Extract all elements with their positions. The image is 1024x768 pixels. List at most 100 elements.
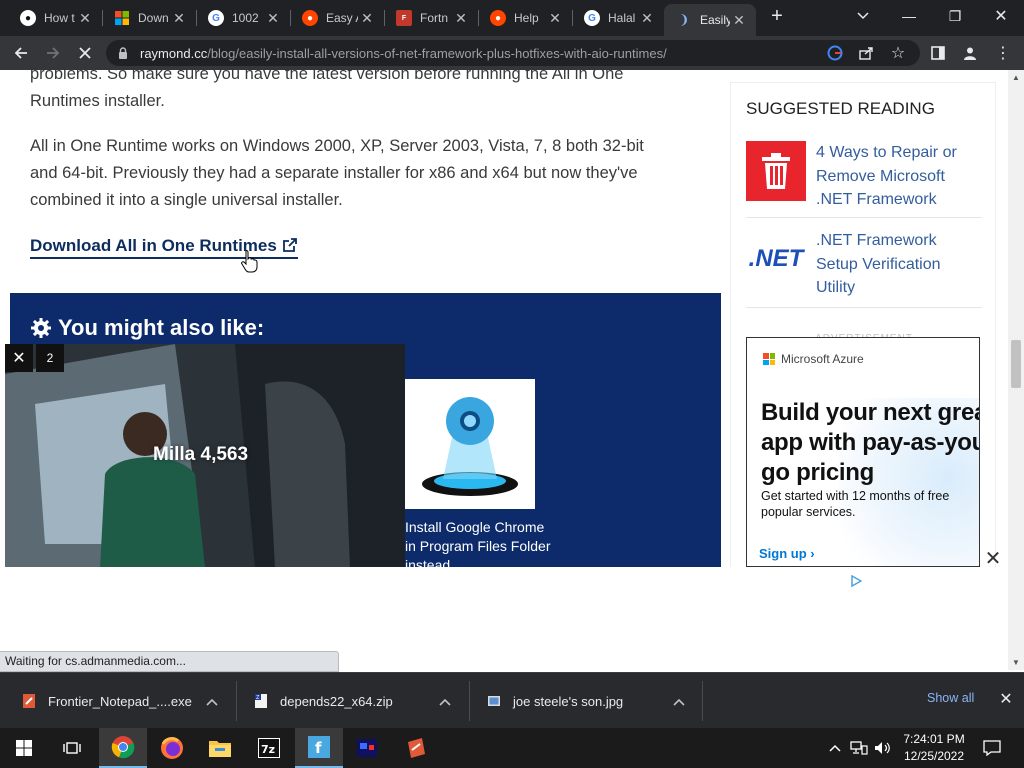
dotnet-logo-text: .NET — [748, 245, 804, 272]
network-icon[interactable] — [848, 728, 870, 768]
windows-start-icon[interactable] — [0, 728, 48, 768]
suggested-item-repair-net[interactable]: 4 Ways to Repair or Remove Microsoft .NE… — [746, 141, 982, 212]
image-file-icon — [488, 696, 500, 706]
browser-status-bubble: Waiting for cs.admanmedia.com... — [0, 651, 339, 672]
chevron-up-icon[interactable] — [673, 694, 685, 709]
close-icon[interactable]: ✕ — [358, 9, 376, 27]
task-view-icon[interactable] — [48, 728, 96, 768]
tab-strip: ● How t ✕ Down ✕ G 1002 ✕ ● Easy A ✕ F F… — [0, 0, 1024, 36]
fortnite-icon: F — [396, 10, 412, 26]
suggested-item-title[interactable]: .NET Framework Setup Verification Utilit… — [816, 229, 982, 300]
text-line: combined it into a single universal inst… — [30, 191, 343, 209]
microsoft-logo-icon — [763, 353, 775, 365]
close-icon[interactable]: ✕ — [452, 9, 470, 27]
tab-1[interactable]: ● How t ✕ — [8, 4, 102, 32]
ad-close-button[interactable]: ✕ — [983, 548, 1003, 570]
close-icon[interactable]: ✕ — [638, 9, 656, 27]
red-app-taskbar-icon[interactable] — [392, 728, 440, 768]
github-icon: ● — [20, 10, 36, 26]
chevron-up-icon[interactable] — [439, 694, 451, 709]
close-icon[interactable]: ✕ — [76, 9, 94, 27]
bookmark-star-icon[interactable]: ☆ — [885, 40, 911, 66]
minimize-button[interactable]: — — [886, 0, 932, 32]
frontier-notepad-taskbar-icon[interactable]: f — [295, 728, 343, 768]
file-explorer-taskbar-icon[interactable] — [196, 728, 244, 768]
address-bar[interactable]: raymond.cc/blog/easily-install-all-versi… — [106, 40, 920, 66]
firefox-taskbar-icon[interactable] — [148, 728, 196, 768]
download-filename: Frontier_Notepad_....exe — [48, 693, 192, 709]
article-paragraph: All in One Runtime works on Windows 2000… — [30, 133, 644, 214]
restore-button[interactable]: ❐ — [932, 0, 978, 32]
dotnet-logo-icon: .NET — [746, 229, 806, 289]
media-app-taskbar-icon[interactable] — [343, 728, 391, 768]
forward-button[interactable] — [40, 40, 66, 66]
show-all-downloads-button[interactable]: Show all — [927, 691, 974, 705]
new-tab-button[interactable]: + — [760, 0, 794, 32]
tray-chevron-up-icon[interactable] — [826, 728, 844, 768]
browser-toolbar: raymond.cc/blog/easily-install-all-versi… — [0, 36, 1024, 70]
zip-file-icon: Z — [255, 694, 267, 708]
stop-loading-button[interactable] — [72, 40, 98, 66]
chrome-taskbar-icon[interactable] — [99, 728, 147, 768]
download-item-1[interactable]: Frontier_Notepad_....exe — [22, 673, 232, 729]
video-ad-player[interactable]: Milla 4,563 — [5, 344, 405, 568]
tab-4[interactable]: ● Easy A ✕ — [290, 4, 384, 32]
trash-can-icon — [746, 141, 806, 201]
close-icon[interactable]: ✕ — [546, 9, 564, 27]
volume-icon[interactable] — [872, 728, 894, 768]
profile-icon[interactable] — [957, 40, 983, 66]
azure-ad-banner[interactable]: Microsoft Azure Build your next great ap… — [746, 337, 980, 567]
suggested-item-net-verification[interactable]: .NET .NET Framework Setup Verification U… — [746, 229, 982, 300]
tab-5[interactable]: F Fortn ✕ — [384, 4, 478, 32]
page-scrollbar[interactable]: ▲ ▼ — [1008, 70, 1024, 670]
microsoft-icon — [114, 10, 130, 26]
close-download-shelf-button[interactable]: ✕ — [996, 689, 1016, 709]
tab-6[interactable]: ● Help ✕ — [478, 4, 572, 32]
notifications-icon[interactable] — [978, 728, 1006, 768]
scroll-up-arrow[interactable]: ▲ — [1011, 73, 1021, 83]
system-clock[interactable]: 7:24:01 PM 12/25/2022 — [895, 731, 973, 765]
tab-7[interactable]: G Halal ✕ — [572, 4, 664, 32]
back-button[interactable] — [8, 40, 34, 66]
svg-text:7z: 7z — [261, 743, 275, 756]
suggested-item-title[interactable]: 4 Ways to Repair or Remove Microsoft .NE… — [816, 141, 982, 212]
menu-kebab-icon[interactable]: ⋮ — [990, 40, 1016, 66]
tab-3[interactable]: G 1002 ✕ — [196, 4, 290, 32]
adchoices-icon[interactable] — [851, 574, 863, 590]
close-icon[interactable]: ✕ — [264, 9, 282, 27]
scrollbar-thumb[interactable] — [1011, 340, 1021, 388]
video-ad-close-button[interactable]: ✕ — [5, 344, 33, 372]
video-ad-counter: 2 — [36, 344, 64, 372]
chrome-hologram-thumbnail[interactable] — [405, 379, 535, 509]
scroll-down-arrow[interactable]: ▼ — [1011, 658, 1021, 668]
lock-icon[interactable] — [118, 46, 132, 60]
download-item-2[interactable]: Z depends22_x64.zip — [254, 673, 464, 729]
url-path: /blog/easily-install-all-versions-of-net… — [207, 45, 667, 61]
azure-brand-text: Microsoft Azure — [781, 352, 864, 366]
tab-title: How t — [44, 11, 75, 25]
chevron-up-icon[interactable] — [206, 694, 218, 709]
window-close-button[interactable]: ✕ — [978, 0, 1024, 32]
sidebar-divider — [746, 307, 982, 308]
share-icon[interactable] — [853, 40, 879, 66]
close-icon[interactable]: ✕ — [170, 9, 188, 27]
tab-8-active[interactable]: ❩ Easily ✕ — [664, 4, 756, 36]
external-link-icon — [282, 238, 297, 252]
google-icon: G — [208, 10, 224, 26]
7zip-taskbar-icon[interactable]: 7z — [245, 728, 293, 768]
loading-icon: ❩ — [678, 12, 690, 27]
exe-file-icon — [23, 694, 35, 708]
azure-signup-link[interactable]: Sign up › — [759, 546, 815, 561]
google-lens-icon[interactable] — [822, 40, 848, 66]
azure-ad-subtext: Get started with 12 months of free popul… — [761, 489, 950, 519]
tab-search-button[interactable] — [840, 0, 886, 32]
reddit-icon: ● — [490, 10, 506, 26]
side-panel-icon[interactable] — [925, 40, 951, 66]
tab-2[interactable]: Down ✕ — [102, 4, 196, 32]
download-item-3[interactable]: joe steele's son.jpg — [487, 673, 697, 729]
article-paragraph: problems. So make sure you have the late… — [30, 70, 623, 115]
close-icon[interactable]: ✕ — [730, 11, 748, 29]
text-line: problems. So make sure you have the late… — [30, 70, 624, 83]
download-divider — [236, 681, 237, 721]
tab-title: Fortn — [420, 11, 449, 25]
